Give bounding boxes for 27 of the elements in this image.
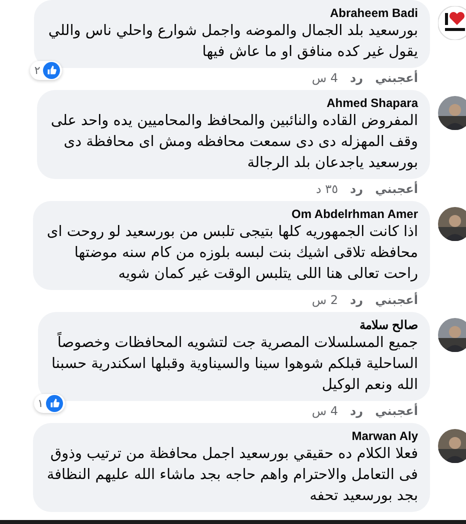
thumbs-up-icon	[43, 62, 60, 79]
thumbs-up-icon	[46, 395, 64, 412]
reply-link[interactable]: رد	[350, 70, 364, 86]
comment-text: جميع المسلسلات المصرية جت لتشويه المحافظات وخصوصاً الساحلية قبلكم شوهوا سينا والسيناوية وقبلها اسكندرية حسبنا الله ونعم الوكيل	[52, 333, 418, 396]
reply-link[interactable]: رد	[350, 403, 364, 419]
comment-time[interactable]: 2 س	[312, 292, 338, 308]
author-name[interactable]: Abraheem Badi	[48, 6, 418, 20]
author-name[interactable]: Om Abdelrhman Amer	[46, 207, 418, 221]
author-name[interactable]: Marwan Aly	[46, 429, 418, 443]
reply-link[interactable]: رد	[350, 181, 364, 197]
like-link[interactable]: أعجبني	[375, 181, 418, 197]
comment-time[interactable]: 4 س	[312, 403, 338, 419]
like-link[interactable]: أعجبني	[375, 292, 418, 308]
comment-time[interactable]: ٣٥ د	[316, 181, 338, 197]
author-name[interactable]: صالح سلامة	[52, 318, 418, 332]
comment-text: بورسعيد بلد الجمال والموضه واجمل شوارع واحلي ناس واللي يقول غير كده منافق او ما عاش فيها	[48, 22, 418, 62]
heart-logo-icon[interactable]	[438, 6, 466, 40]
author-name[interactable]: Ahmed Shapara	[50, 96, 418, 110]
comment-text: المفروض القاده والنائبين والمحافظ والمحاميين يده واحد على وقف المهزله دى دى سمعت محافظه ومش اى محافظة دى بورسعيد ياجدعان بلد الرجالة	[50, 112, 418, 173]
like-link[interactable]: أعجبني	[375, 403, 418, 419]
comment-text: فعلا الكلام ده حقيقي بورسعيد اجمل محافظة من ترتيب وذوق فى التعامل والاحترام واهم حاجه بجد ماشاء الله عليهم النظافة بجد بورسعيد تحفه	[46, 445, 418, 506]
reaction-count[interactable]: ١	[34, 394, 66, 413]
comment-time[interactable]: 4 س	[312, 70, 338, 86]
like-link[interactable]: أعجبني	[375, 70, 418, 86]
reaction-count[interactable]: ٢	[30, 61, 62, 80]
comment-text: اذا كانت الجمهوريه كلها بتيجى تلبس من بورسعيد لو روحت اى محافظه تلاقى اشيك بنت لبسه بلوزه من كام سنه موضتها راحت تعالى هنا اللى يتلبس الوقت غير كمان شويه	[46, 223, 418, 284]
reply-link[interactable]: رد	[350, 292, 364, 308]
